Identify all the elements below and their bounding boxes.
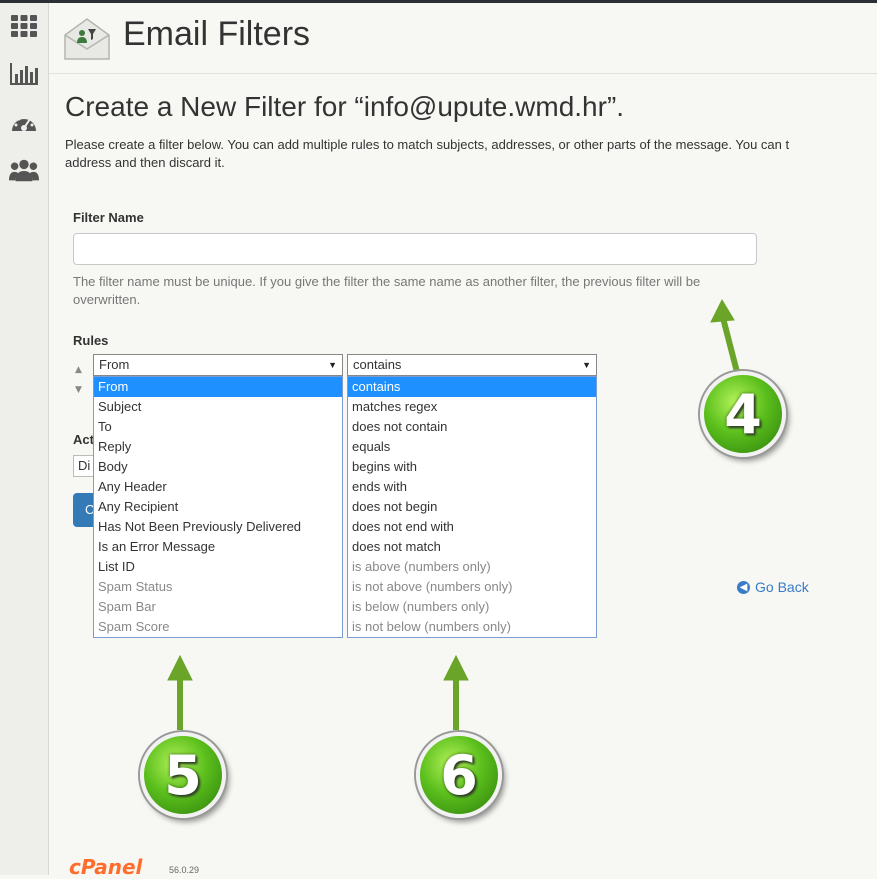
annotation-badge-5: 5 bbox=[140, 732, 226, 818]
annotation-badge-6: 6 bbox=[416, 732, 502, 818]
arrow-4-shaft bbox=[720, 317, 740, 373]
arrow-6-head bbox=[443, 654, 469, 681]
annotation-badge-4: 4 bbox=[700, 371, 786, 457]
arrow-5-head bbox=[167, 654, 193, 681]
arrow-4-head bbox=[710, 298, 735, 323]
